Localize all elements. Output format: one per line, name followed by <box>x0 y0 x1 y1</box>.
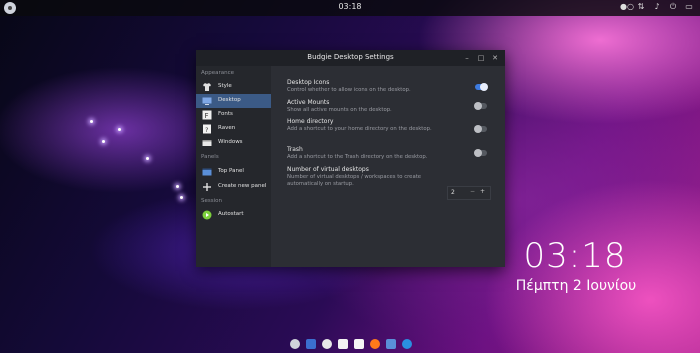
wallpaper-sparkle <box>180 196 183 199</box>
option-trash: Trash Add a shortcut to the Trash direct… <box>287 146 457 161</box>
raven-icon: ? <box>203 124 211 134</box>
files-icon[interactable] <box>386 339 396 349</box>
wallpaper-sparkle <box>90 120 93 123</box>
sidebar-item-style[interactable]: Style <box>196 80 271 94</box>
window-titlebar[interactable]: Budgie Desktop Settings – □ ✕ <box>196 50 505 66</box>
option-title: Trash <box>287 146 303 153</box>
dock <box>290 337 412 351</box>
settings-content: Desktop Icons Control whether to allow i… <box>271 66 505 267</box>
notification-toggle-icon[interactable]: ●○ <box>620 2 634 12</box>
option-title: Desktop Icons <box>287 79 330 86</box>
sidebar-item-label: Autostart <box>218 211 244 217</box>
desktop-clock: 03:18 <box>523 236 627 276</box>
disks-icon[interactable] <box>322 339 332 349</box>
option-title: Home directory <box>287 118 334 125</box>
sidebar-item-label: Style <box>218 83 232 89</box>
option-description: Add a shortcut to the Trash directory on… <box>287 154 428 160</box>
panel-clock[interactable]: 03:18 <box>0 2 700 11</box>
sidebar-item-label: Desktop <box>218 97 241 103</box>
settings-sidebar: Appearance Style Desktop F Fonts ? Raven… <box>196 66 271 267</box>
minimize-button[interactable]: – <box>462 53 472 63</box>
font-icon: F <box>202 110 212 120</box>
desktop-date: Πέμπτη 2 Ιουνίου <box>515 278 637 294</box>
mail-icon[interactable] <box>306 339 316 349</box>
sidebar-item-label: Create new panel <box>218 183 267 189</box>
svg-text:F: F <box>205 112 209 120</box>
top-panel: 03:18 ●○ ⇅ ♪ ⏻ ▭ <box>0 0 700 16</box>
panel-icon <box>202 168 212 176</box>
sidebar-item-label: Fonts <box>218 111 233 117</box>
trash-switch[interactable] <box>474 149 487 157</box>
option-home-directory: Home directory Add a shortcut to your ho… <box>287 118 457 133</box>
sidebar-item-label: Windows <box>218 139 243 145</box>
sidebar-item-fonts[interactable]: F Fonts <box>196 108 271 122</box>
option-virtual-desktops: Number of virtual desktops Number of vir… <box>287 166 457 188</box>
option-description: Add a shortcut to your home directory on… <box>287 126 432 132</box>
section-panels: Panels <box>201 154 219 160</box>
sidebar-item-label: Raven <box>218 125 236 131</box>
power-icon[interactable]: ⏻ <box>668 2 678 12</box>
option-description: Number of virtual desktops / workspaces … <box>287 174 422 187</box>
plus-icon <box>203 183 211 191</box>
system-settings-icon[interactable] <box>290 339 300 349</box>
svg-text:?: ? <box>205 126 208 134</box>
desktop-icons-switch[interactable] <box>475 83 488 91</box>
wallpaper-sparkle <box>102 140 105 143</box>
sidebar-item-raven[interactable]: ? Raven <box>196 122 271 136</box>
section-session: Session <box>201 198 222 204</box>
option-description: Show all active mounts on the desktop. <box>287 107 392 113</box>
option-title: Number of virtual desktops <box>287 166 369 173</box>
wallpaper-sparkle <box>146 157 149 160</box>
option-desktop-icons: Desktop Icons Control whether to allow i… <box>287 79 457 94</box>
software-center-icon[interactable] <box>402 339 412 349</box>
wallpaper-sparkle <box>118 128 121 131</box>
desktop-icon <box>202 97 212 105</box>
section-appearance: Appearance <box>201 70 235 76</box>
maximize-button[interactable]: □ <box>476 53 486 63</box>
option-active-mounts: Active Mounts Show all active mounts on … <box>287 99 457 114</box>
sidebar-item-windows[interactable]: Windows <box>196 136 271 150</box>
virtual-desktops-stepper[interactable]: 2 − + <box>447 186 491 200</box>
wallpaper-sparkle <box>176 185 179 188</box>
sidebar-item-label: Top Panel <box>218 168 244 174</box>
increment-button[interactable]: + <box>480 188 485 195</box>
sidebar-item-top-panel[interactable]: Top Panel <box>196 165 271 179</box>
close-button[interactable]: ✕ <box>490 53 500 63</box>
home-directory-switch[interactable] <box>474 125 487 133</box>
stepper-value[interactable]: 2 <box>451 189 455 196</box>
decrement-button[interactable]: − <box>470 188 475 195</box>
shirt-icon <box>203 83 211 91</box>
sidebar-item-desktop[interactable]: Desktop <box>196 94 271 108</box>
sidebar-item-create-new-panel[interactable]: Create new panel <box>196 180 271 194</box>
firefox-icon[interactable] <box>370 339 380 349</box>
active-mounts-switch[interactable] <box>474 102 487 110</box>
window-icon <box>202 140 212 146</box>
autostart-icon <box>202 210 212 220</box>
option-description: Control whether to allow icons on the de… <box>287 87 411 93</box>
sidebar-item-autostart[interactable]: Autostart <box>196 208 271 222</box>
settings-window: Budgie Desktop Settings – □ ✕ Appearance… <box>196 50 505 267</box>
option-title: Active Mounts <box>287 99 330 106</box>
window-title: Budgie Desktop Settings <box>307 53 394 61</box>
document-icon[interactable] <box>354 339 364 349</box>
sound-icon[interactable]: ♪ <box>652 2 662 12</box>
raven-toggle-icon[interactable]: ▭ <box>684 2 694 12</box>
system-tray: ●○ ⇅ ♪ ⏻ ▭ <box>620 2 694 12</box>
text-editor-icon[interactable] <box>338 339 348 349</box>
network-icon[interactable]: ⇅ <box>636 2 646 12</box>
